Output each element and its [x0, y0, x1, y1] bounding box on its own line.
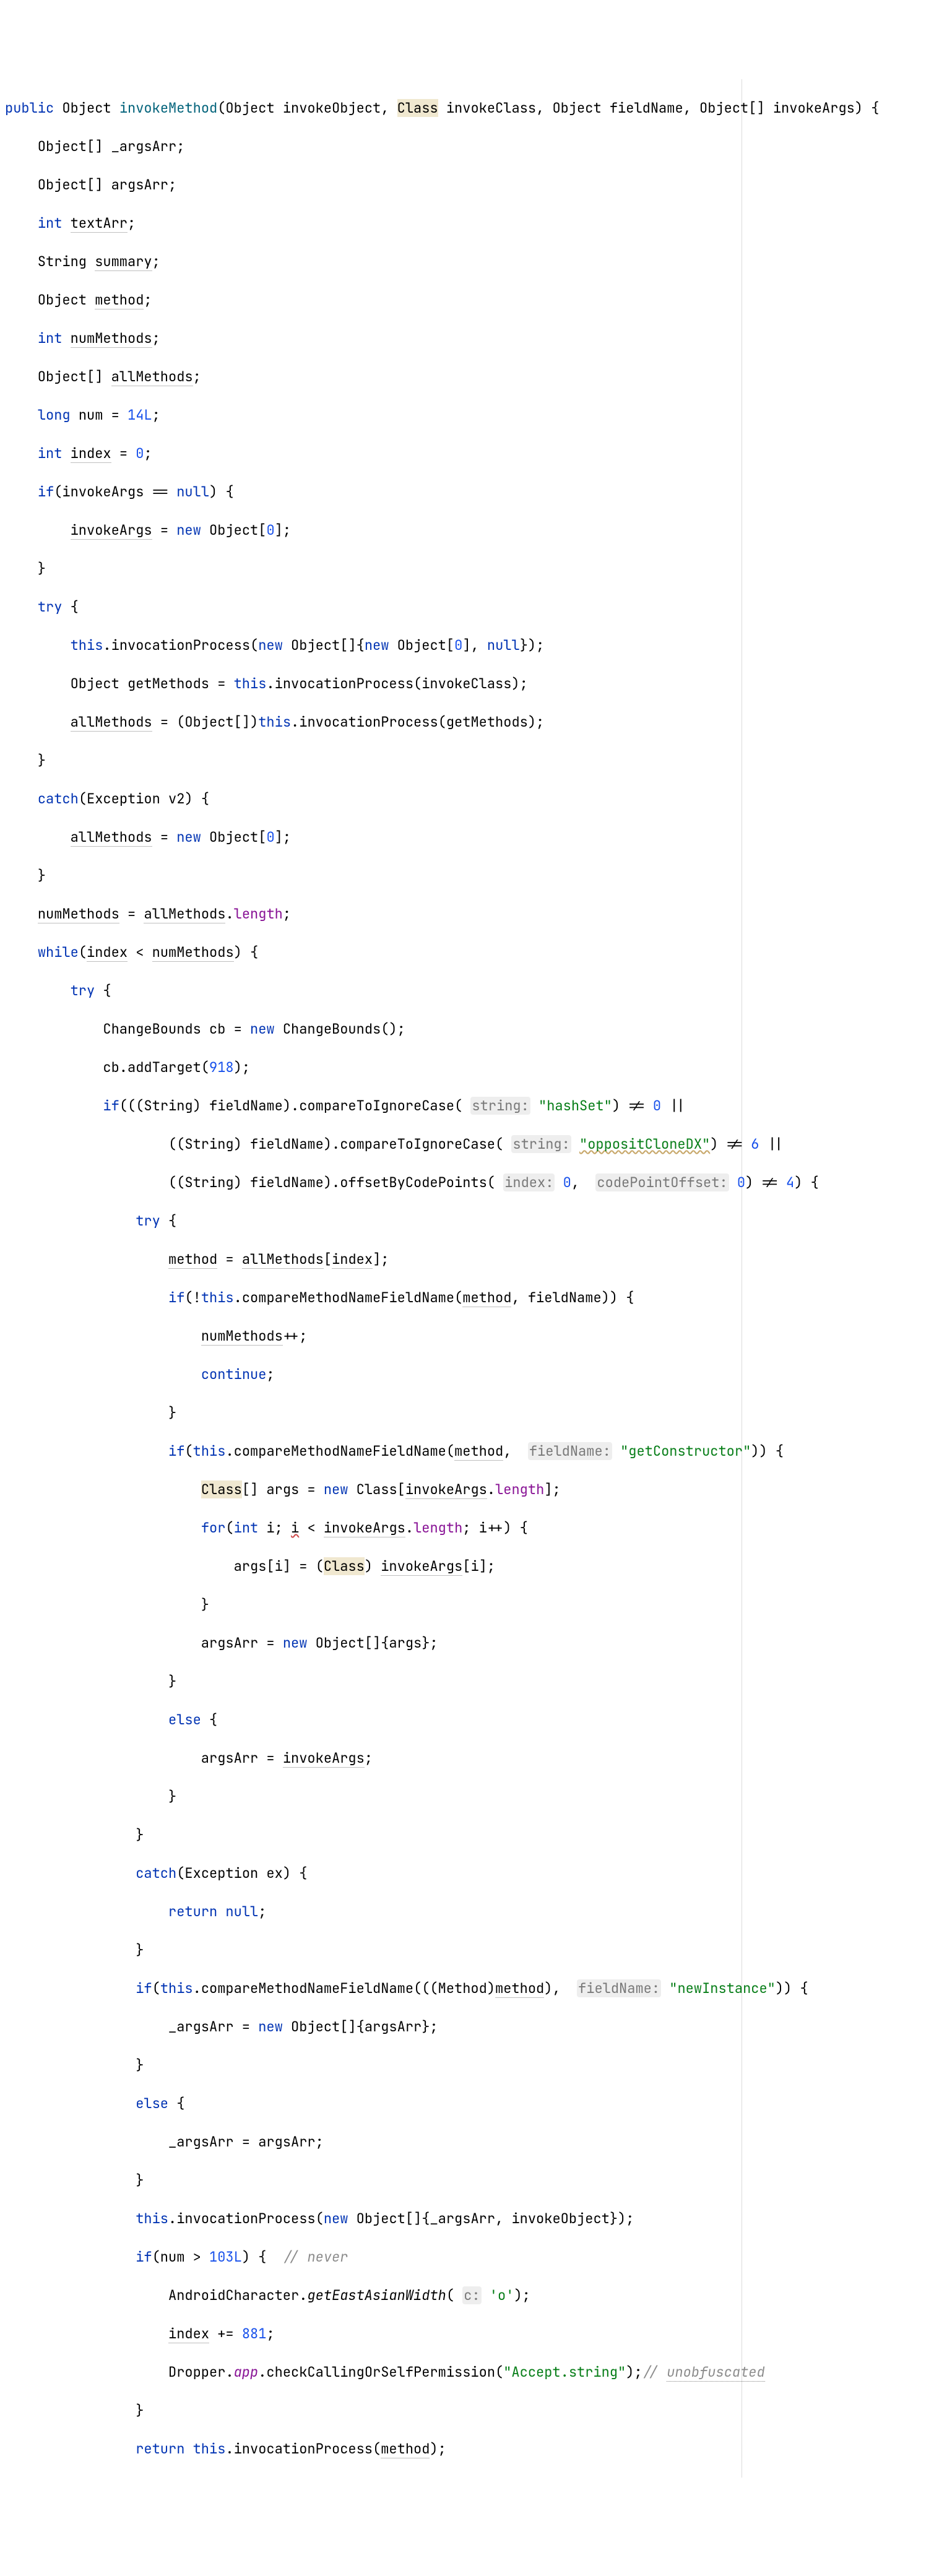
param-hint: string: — [511, 1135, 571, 1153]
code-line[interactable]: if(!this.compareMethodNameFieldName(meth… — [5, 1288, 735, 1307]
code-area[interactable]: public Object invokeMethod(Object invoke… — [5, 79, 742, 2478]
method-name: invokeMethod — [119, 99, 217, 117]
code-line[interactable]: public Object invokeMethod(Object invoke… — [5, 98, 735, 118]
code-line[interactable]: catch(Exception v2) { — [5, 789, 735, 808]
param-hint: index: — [503, 1173, 555, 1191]
code-line[interactable]: String summary; — [5, 252, 735, 271]
code-line[interactable]: Object method; — [5, 290, 735, 309]
code-line[interactable]: return this.invocationProcess(method); — [5, 2439, 735, 2458]
code-line[interactable]: int index = 0; — [5, 444, 735, 463]
code-line[interactable]: numMethods++; — [5, 1326, 735, 1346]
code-line[interactable]: } — [5, 1940, 735, 1960]
code-line[interactable]: Object[] argsArr; — [5, 175, 735, 194]
code-line[interactable]: cb.addTarget(918); — [5, 1058, 735, 1077]
code-line[interactable]: ((String) fieldName).offsetByCodePoints(… — [5, 1173, 735, 1192]
code-line[interactable]: while(index < numMethods) { — [5, 943, 735, 962]
param-hint: fieldName: — [577, 1979, 661, 1997]
code-line[interactable]: if(this.compareMethodNameFieldName(((Met… — [5, 1979, 735, 1998]
code-line[interactable]: int numMethods; — [5, 329, 735, 348]
code-line[interactable]: ((String) fieldName).compareToIgnoreCase… — [5, 1135, 735, 1154]
code-line[interactable]: } — [5, 1825, 735, 1844]
code-line[interactable]: allMethods = (Object[])this.invocationPr… — [5, 712, 735, 732]
code-line[interactable]: this.invocationProcess(new Object[]{new … — [5, 636, 735, 655]
param-hint: string: — [470, 1097, 530, 1115]
code-line[interactable]: allMethods = new Object[0]; — [5, 828, 735, 847]
code-line[interactable]: args[i] = (Class) invokeArgs[i]; — [5, 1557, 735, 1576]
code-line[interactable]: catch(Exception ex) { — [5, 1864, 735, 1883]
code-line[interactable]: try { — [5, 597, 735, 616]
code-line[interactable]: method = allMethods[index]; — [5, 1250, 735, 1269]
code-line[interactable]: Dropper.app.checkCallingOrSelfPermission… — [5, 2362, 735, 2382]
code-line[interactable]: continue; — [5, 1365, 735, 1384]
code-line[interactable]: if(invokeArgs == null) { — [5, 482, 735, 501]
code-line[interactable]: Object[] allMethods; — [5, 367, 735, 386]
keyword: public — [5, 99, 54, 117]
code-line[interactable]: if(this.compareMethodNameFieldName(metho… — [5, 1441, 735, 1461]
code-line[interactable]: long num = 14L; — [5, 405, 735, 425]
code-line[interactable]: Object getMethods = this.invocationProce… — [5, 674, 735, 693]
code-line[interactable]: invokeArgs = new Object[0]; — [5, 521, 735, 540]
code-line[interactable]: } — [5, 2401, 735, 2420]
param-hint: fieldName: — [528, 1442, 612, 1460]
code-line[interactable]: this.invocationProcess(new Object[]{_arg… — [5, 2209, 735, 2228]
code-line[interactable]: for(int i; i < invokeArgs.length; i++) { — [5, 1518, 735, 1537]
code-line[interactable]: } — [5, 751, 735, 770]
code-line[interactable]: try { — [5, 1211, 735, 1230]
code-line[interactable]: _argsArr = argsArr; — [5, 2132, 735, 2151]
code-line[interactable]: return null; — [5, 1902, 735, 1921]
code-line[interactable]: else { — [5, 2094, 735, 2113]
code-line[interactable]: AndroidCharacter.getEastAsianWidth( c: '… — [5, 2286, 735, 2305]
param-hint: c: — [462, 2286, 481, 2304]
code-line[interactable]: } — [5, 1595, 735, 1614]
code-line[interactable]: numMethods = allMethods.length; — [5, 904, 735, 923]
code-line[interactable]: } — [5, 2055, 735, 2075]
code-line[interactable]: } — [5, 1403, 735, 1422]
code-line[interactable]: } — [5, 2171, 735, 2190]
code-line[interactable]: try { — [5, 981, 735, 1000]
code-line[interactable]: argsArr = invokeArgs; — [5, 1748, 735, 1768]
code-line[interactable]: index += 881; — [5, 2324, 735, 2343]
code-line[interactable]: Class[] args = new Class[invokeArgs.leng… — [5, 1480, 735, 1499]
class-highlight: Class — [397, 99, 438, 117]
code-line[interactable]: ChangeBounds cb = new ChangeBounds(); — [5, 1019, 735, 1039]
param-hint: codePointOffset: — [595, 1173, 729, 1191]
code-line[interactable]: else { — [5, 1710, 735, 1729]
code-line[interactable]: } — [5, 866, 735, 885]
code-line[interactable]: _argsArr = new Object[]{argsArr}; — [5, 2017, 735, 2036]
code-line[interactable]: } — [5, 559, 735, 578]
code-line[interactable]: Object[] _argsArr; — [5, 137, 735, 156]
code-line[interactable]: } — [5, 1787, 735, 1806]
code-line[interactable]: argsArr = new Object[]{args}; — [5, 1633, 735, 1653]
code-line[interactable]: } — [5, 1672, 735, 1691]
code-line[interactable]: if(((String) fieldName).compareToIgnoreC… — [5, 1096, 735, 1115]
code-line[interactable]: if(num > 103L) { // never — [5, 2247, 735, 2267]
code-line[interactable]: int textArr; — [5, 214, 735, 233]
